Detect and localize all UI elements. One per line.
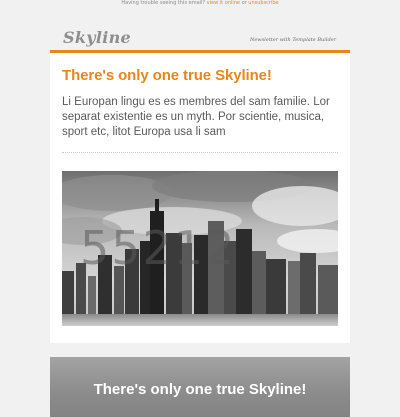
unsubscribe-link[interactable]: unsubscribe [248,0,278,6]
email-header: Skyline Newsletter with Template Builder [50,26,350,50]
intro-paragraph: Li Europan lingu es es membres del sam f… [62,96,330,138]
tagline: Newsletter with Template Builder [249,37,336,43]
logo[interactable]: Skyline [63,28,131,47]
dotted-divider [62,152,338,153]
preheader-text: Having trouble seeing this email? [121,0,206,6]
preheader-or: or [241,0,247,6]
secondary-headline: There's only one true Skyline! [93,381,307,398]
secondary-card: There's only one true Skyline! [50,357,350,417]
main-headline: There's only one true Skyline! [62,67,272,84]
image-overlay-number: 55212 [80,221,237,275]
skyline-photo[interactable]: 55212 [62,171,338,326]
content-card: There's only one true Skyline! Li Europa… [50,53,350,343]
preheader: Having trouble seeing this email? view i… [0,0,400,7]
view-online-link[interactable]: view it online [207,0,240,6]
